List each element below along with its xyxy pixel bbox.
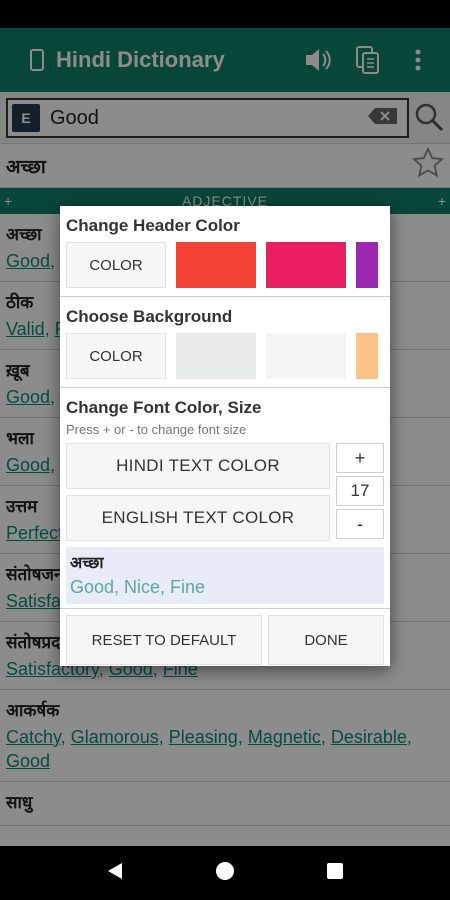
reset-to-default-button[interactable]: RESET TO DEFAULT — [66, 615, 262, 665]
header-color-button[interactable]: COLOR — [66, 242, 166, 288]
hindi-text-color-button[interactable]: HINDI TEXT COLOR — [66, 443, 330, 489]
font-section: Change Font Color, Size Press + or - to … — [60, 388, 390, 604]
status-bar — [0, 0, 450, 28]
header-color-swatch[interactable] — [356, 242, 378, 288]
font-size-decrease-button[interactable]: - — [336, 509, 384, 539]
font-size-hint: Press + or - to change font size — [66, 422, 247, 437]
preview-english-text: Good, Nice, Fine — [70, 577, 206, 597]
header-color-swatches: COLOR — [60, 240, 390, 296]
english-text-color-button[interactable]: ENGLISH TEXT COLOR — [66, 495, 330, 541]
back-icon[interactable] — [106, 861, 124, 886]
background-swatch[interactable] — [176, 333, 256, 379]
background-section: Choose Background COLOR — [60, 297, 390, 388]
font-size-value: 17 — [336, 476, 384, 506]
font-size-increase-button[interactable]: + — [336, 443, 384, 473]
font-size-stepper: + 17 - — [336, 443, 384, 541]
background-color-button[interactable]: COLOR — [66, 333, 166, 379]
background-swatch[interactable] — [266, 333, 346, 379]
dialog-footer: RESET TO DEFAULT DONE — [60, 608, 390, 666]
font-heading: Change Font Color, Size — [66, 398, 262, 417]
preview-hindi-text: अच्छा — [70, 555, 104, 572]
header-color-swatch[interactable] — [266, 242, 346, 288]
background-swatch[interactable] — [356, 333, 378, 379]
font-color-buttons: HINDI TEXT COLOR ENGLISH TEXT COLOR — [66, 443, 330, 541]
style-settings-dialog: Change Header Color COLOR Choose Backgro… — [60, 206, 390, 666]
home-icon[interactable] — [215, 861, 235, 886]
header-color-swatch[interactable] — [176, 242, 256, 288]
header-color-section: Change Header Color COLOR — [60, 206, 390, 297]
font-preview: अच्छा Good, Nice, Fine — [66, 547, 384, 604]
done-button[interactable]: DONE — [268, 615, 384, 665]
background-heading: Choose Background — [66, 307, 233, 326]
header-color-heading: Change Header Color — [66, 216, 240, 235]
navigation-bar — [0, 846, 450, 900]
background-swatches: COLOR — [60, 331, 390, 387]
font-controls: HINDI TEXT COLOR ENGLISH TEXT COLOR + 17… — [60, 441, 390, 541]
recents-icon[interactable] — [326, 862, 344, 885]
